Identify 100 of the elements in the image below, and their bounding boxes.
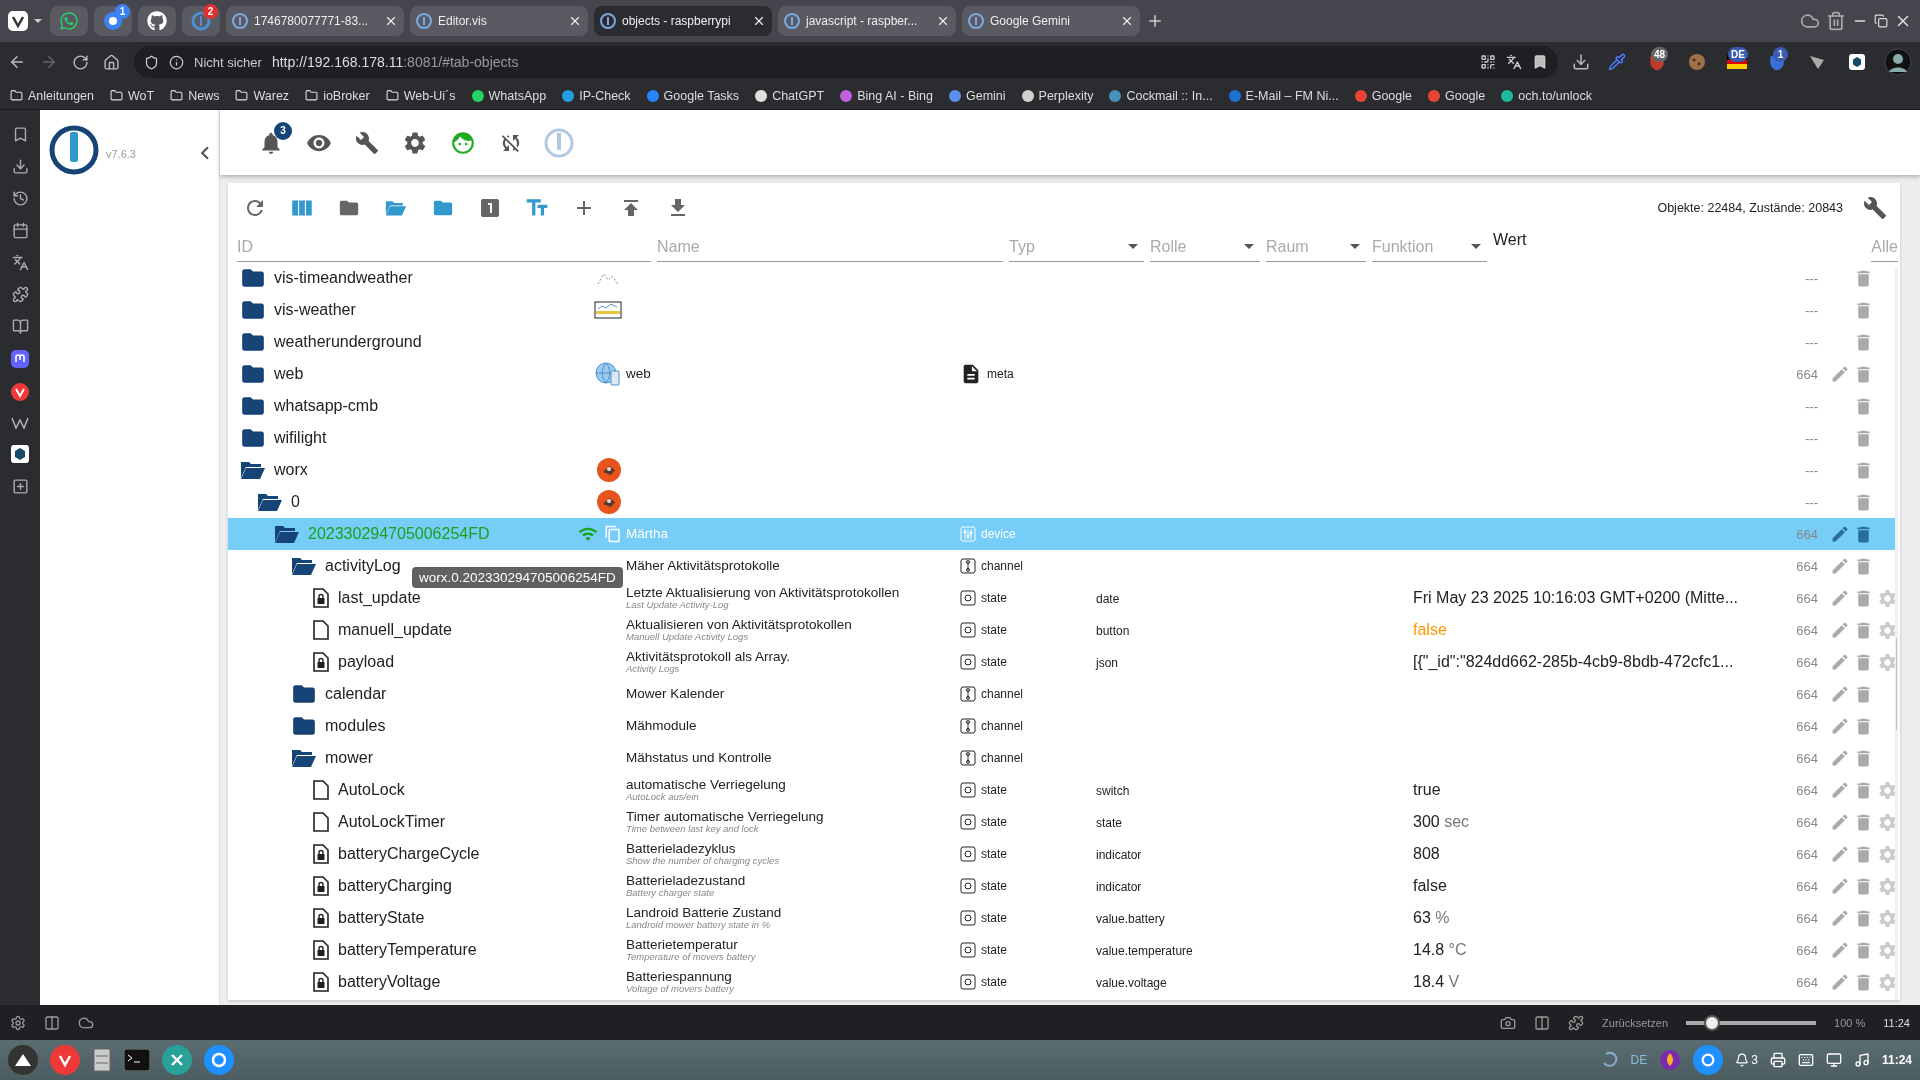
- extension-button[interactable]: 1: [1764, 49, 1790, 75]
- edit-icon[interactable]: [1830, 876, 1850, 896]
- object-id[interactable]: weatherunderground: [274, 333, 422, 351]
- restore-icon[interactable]: [1874, 14, 1888, 28]
- wiki-icon[interactable]: [11, 416, 29, 430]
- object-id[interactable]: AutoLockTimer: [338, 813, 445, 831]
- object-id[interactable]: vis-weather: [274, 301, 356, 319]
- close-icon[interactable]: [752, 14, 766, 28]
- forward-icon[interactable]: [40, 53, 58, 71]
- cloud-icon[interactable]: [1800, 11, 1820, 31]
- printer-icon[interactable]: [1769, 1052, 1786, 1068]
- edit-icon[interactable]: [1830, 972, 1850, 992]
- extension-button[interactable]: 48: [1644, 49, 1670, 75]
- sync-app-icon[interactable]: [1693, 1045, 1724, 1075]
- object-id[interactable]: 0: [291, 493, 300, 511]
- bookmark-link[interactable]: Web-Ui´s: [385, 88, 456, 103]
- bookmark-icon[interactable]: [1532, 54, 1548, 70]
- object-id[interactable]: batteryState: [338, 909, 425, 927]
- pinned-tab[interactable]: [50, 6, 88, 36]
- object-id[interactable]: AutoLock: [338, 781, 405, 799]
- edit-icon[interactable]: [1830, 908, 1850, 928]
- bookmark-link[interactable]: Warez: [235, 88, 290, 103]
- edit-icon[interactable]: [1830, 588, 1850, 608]
- bookmark-link[interactable]: Google Tasks: [646, 88, 740, 103]
- browser-tab[interactable]: Google Gemini: [962, 6, 1140, 36]
- launcher-icon[interactable]: [8, 1045, 38, 1075]
- panel-icon[interactable]: [44, 1014, 60, 1031]
- object-id[interactable]: batteryCharging: [338, 877, 452, 895]
- mastodon-icon[interactable]: [11, 350, 29, 368]
- edit-icon[interactable]: [1830, 652, 1850, 672]
- flame-icon[interactable]: [1659, 1049, 1682, 1071]
- remote-desktop-icon[interactable]: [162, 1045, 192, 1075]
- browser-tab[interactable]: 1746780077771-83...: [226, 6, 404, 36]
- qr-code-icon[interactable]: [1480, 54, 1496, 70]
- notification-count[interactable]: 3: [1735, 1053, 1758, 1067]
- bookmark-link[interactable]: Google: [1354, 88, 1412, 103]
- panel-icon[interactable]: [1534, 1014, 1551, 1031]
- bookmark-link[interactable]: Anleitungen: [10, 88, 95, 103]
- close-icon[interactable]: [384, 14, 398, 28]
- camera-icon[interactable]: [1500, 1014, 1517, 1031]
- network-icon[interactable]: [1825, 1052, 1842, 1068]
- bookmark-link[interactable]: Google: [1428, 88, 1486, 103]
- bookmark-link[interactable]: IP-Check: [562, 88, 631, 103]
- bookmark-link[interactable]: Gemini: [949, 88, 1006, 103]
- object-id[interactable]: manuell_update: [338, 621, 452, 639]
- object-id[interactable]: wifilight: [274, 429, 327, 447]
- settings-icon[interactable]: [10, 1014, 26, 1031]
- edit-icon[interactable]: [1830, 556, 1850, 576]
- object-id[interactable]: activityLog: [325, 557, 401, 575]
- vivaldi-menu-icon[interactable]: [8, 10, 44, 32]
- add-panel-icon[interactable]: [11, 478, 29, 495]
- object-id[interactable]: batteryTemperature: [338, 941, 477, 959]
- edit-icon[interactable]: [1830, 844, 1850, 864]
- extension-button[interactable]: DE: [1724, 49, 1750, 75]
- new-tab-icon[interactable]: [1146, 12, 1164, 30]
- download-icon[interactable]: [1572, 53, 1590, 71]
- bookmark-link[interactable]: WoT: [110, 88, 155, 103]
- puzzle-icon[interactable]: [11, 286, 29, 303]
- sync-app-icon[interactable]: [204, 1045, 234, 1075]
- file-cabinet-icon[interactable]: [92, 1048, 112, 1072]
- object-id[interactable]: last_update: [338, 589, 421, 607]
- object-id[interactable]: batteryVoltage: [338, 973, 441, 991]
- object-id[interactable]: batteryChargeCycle: [338, 845, 480, 863]
- terminal-icon[interactable]: [124, 1049, 150, 1071]
- music-icon[interactable]: [1853, 1052, 1870, 1068]
- browser-tab[interactable]: Editor.vis: [410, 6, 588, 36]
- edit-icon[interactable]: [1830, 780, 1850, 800]
- edit-icon[interactable]: [1830, 524, 1850, 544]
- browser-tab[interactable]: javascript - raspber...: [778, 6, 956, 36]
- object-id[interactable]: vis-timeandweather: [274, 269, 413, 287]
- download-icon[interactable]: [11, 158, 29, 175]
- trash-icon[interactable]: [1826, 11, 1846, 31]
- object-id[interactable]: web: [274, 365, 304, 383]
- edit-icon[interactable]: [1830, 716, 1850, 736]
- address-field[interactable]: Nicht sicher http://192.168.178.11:8081/#tab-objects: [134, 46, 1558, 78]
- object-id[interactable]: calendar: [325, 685, 387, 703]
- book-icon[interactable]: [11, 318, 29, 335]
- edit-icon[interactable]: [1830, 620, 1850, 640]
- history-icon[interactable]: [11, 190, 29, 207]
- reset-link[interactable]: Zurücksetzen: [1602, 1016, 1669, 1029]
- pinned-tab[interactable]: [138, 6, 176, 36]
- bookmark-link[interactable]: Perplexity: [1021, 88, 1094, 103]
- pinned-tab[interactable]: 2: [182, 6, 220, 36]
- keyboard-icon[interactable]: [1797, 1052, 1814, 1068]
- reload-icon[interactable]: [72, 53, 89, 71]
- bookmark-link[interactable]: E-Mail – FM Ni...: [1228, 88, 1339, 103]
- puzzle-icon[interactable]: [1568, 1014, 1585, 1031]
- avatar-icon[interactable]: [1884, 48, 1912, 76]
- bookmark-link[interactable]: News: [170, 88, 220, 103]
- object-id[interactable]: payload: [338, 653, 395, 671]
- edit-icon[interactable]: [1830, 748, 1850, 768]
- bookmark-link[interactable]: Cockmail :: In...: [1109, 88, 1213, 103]
- calendar-icon[interactable]: [11, 222, 29, 239]
- pinned-tab[interactable]: 1: [94, 6, 132, 36]
- scrollbar[interactable]: [1895, 268, 1898, 1000]
- home-icon[interactable]: [103, 53, 120, 71]
- object-id[interactable]: mower: [325, 749, 373, 767]
- edit-icon[interactable]: [1830, 812, 1850, 832]
- object-id[interactable]: modules: [325, 717, 386, 735]
- edit-icon[interactable]: [1830, 684, 1850, 704]
